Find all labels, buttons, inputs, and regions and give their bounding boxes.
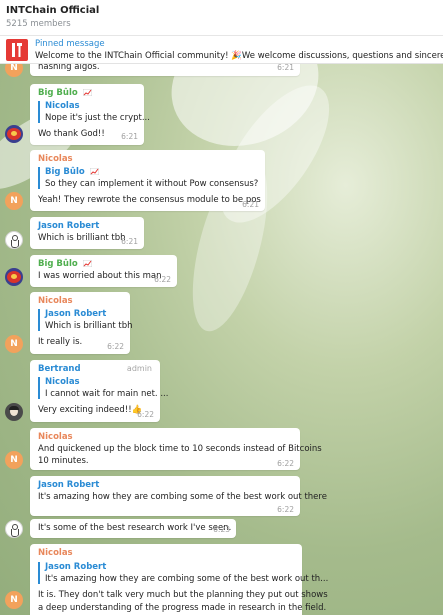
avatar[interactable]	[5, 520, 23, 538]
chart-increasing-icon	[89, 168, 99, 175]
chat-header[interactable]: INTChain Official 5215 members	[0, 0, 443, 36]
reply-preview[interactable]: Big Bûlo So they can implement it withou…	[38, 167, 258, 189]
avatar[interactable]	[5, 268, 23, 286]
message-sender: Jason Robert	[38, 221, 100, 231]
message-text-line: 10 minutes.	[38, 456, 89, 466]
avatar[interactable]	[5, 125, 23, 143]
message-text: It's amazing how they are combing some o…	[38, 492, 327, 502]
reply-preview[interactable]: Nicolas Nope it's just the crypt...	[38, 101, 150, 123]
avatar[interactable]: N	[5, 192, 23, 210]
message-time: 6:22	[277, 505, 294, 514]
pinned-message-label: Pinned message	[35, 39, 105, 49]
reply-preview[interactable]: Nicolas I cannot wait for main net. ...	[38, 377, 168, 399]
reply-text: It's amazing how they are combing some o…	[45, 574, 329, 584]
message-text: Yeah! They rewrote the consensus module …	[38, 195, 261, 205]
message-bubble[interactable]: Big Bûlo Nicolas Nope it's just the cryp…	[30, 84, 150, 145]
avatar[interactable]	[5, 231, 23, 249]
pinned-message-text: Welcome to the INTChain Official communi…	[35, 51, 443, 61]
pinned-message-thumbnail	[6, 39, 28, 61]
message-bubble[interactable]: Jason Robert It's amazing how they are c…	[30, 476, 327, 516]
avatar[interactable]	[5, 403, 23, 421]
avatar[interactable]: N	[5, 451, 23, 469]
admin-badge: admin	[126, 364, 152, 373]
message-sender: Big Bûlo	[38, 259, 92, 269]
chat-title: INTChain Official	[6, 5, 100, 16]
pinned-message-bar[interactable]: Pinned message Welcome to the INTChain O…	[0, 36, 443, 64]
reply-preview[interactable]: Jason Robert Which is brilliant tbh	[38, 309, 133, 331]
message-sender: Big Bûlo	[38, 88, 92, 98]
message-time: 6:23	[213, 525, 230, 534]
message-bubble[interactable]: Big Bûlo I was worried about this man 6:…	[30, 255, 177, 287]
message-bubble[interactable]: Nicolas Jason Robert It's amazing how th…	[30, 544, 328, 615]
message-text: I was worried about this man	[38, 271, 162, 281]
chart-increasing-icon	[82, 89, 92, 96]
reply-sender: Jason Robert	[45, 562, 107, 572]
message-text: It's some of the best research work I've…	[38, 523, 232, 533]
message-bubble[interactable]: Bertrand admin Nicolas I cannot wait for…	[30, 360, 168, 422]
chart-increasing-icon	[82, 260, 92, 267]
message-time: 6:22	[137, 410, 154, 419]
message-sender: Bertrand	[38, 364, 81, 374]
message-text-line: a deep understanding of the progress mad…	[38, 603, 327, 613]
reply-text: Which is brilliant tbh	[45, 321, 133, 331]
message-text: Wo thank God!!	[38, 129, 105, 139]
reply-text: Nope it's just the crypt...	[45, 113, 150, 123]
message-text-line: It is. They don't talk very much but the…	[38, 590, 328, 600]
reply-sender-name: Big Bûlo	[45, 167, 85, 177]
message-time: 6:21	[121, 132, 138, 141]
avatar[interactable]: N	[5, 591, 23, 609]
reply-preview[interactable]: Jason Robert It's amazing how they are c…	[38, 562, 328, 584]
message-time: 6:22	[277, 459, 294, 468]
reply-sender: Big Bûlo	[45, 167, 258, 177]
message-sender: Jason Robert	[38, 480, 100, 490]
message-time: 6:22	[154, 275, 171, 284]
message-time: 6:22	[107, 342, 124, 351]
message-bubble[interactable]: hashing algos. 6:21	[30, 64, 300, 76]
message-bubble[interactable]: Nicolas Jason Robert Which is brilliant …	[30, 292, 133, 354]
message-time: 6:21	[277, 64, 294, 72]
message-bubble[interactable]: Jason Robert Which is brilliant tbh 6:21	[30, 217, 144, 249]
avatar[interactable]: N	[5, 64, 23, 77]
reply-sender: Nicolas	[45, 101, 80, 111]
message-sender: Nicolas	[38, 296, 73, 306]
member-count: 5215 members	[6, 19, 71, 29]
message-sender: Nicolas	[38, 154, 73, 164]
reply-text: I cannot wait for main net. ...	[45, 389, 169, 399]
message-time: 6:21	[242, 200, 259, 209]
message-text: It really is.	[38, 337, 83, 347]
reply-sender: Nicolas	[45, 377, 80, 387]
message-time: 6:21	[121, 237, 138, 246]
message-bubble[interactable]: It's some of the best research work I've…	[30, 519, 236, 538]
message-bubble[interactable]: Nicolas Big Bûlo So they can implement i…	[30, 150, 265, 211]
message-text: Which is brilliant tbh	[38, 233, 126, 243]
avatar[interactable]: N	[5, 335, 23, 353]
message-sender: Nicolas	[38, 548, 73, 558]
message-list[interactable]: hashing algos. 6:21 N Big Bûlo Nicolas N…	[0, 64, 443, 615]
message-text: hashing algos.	[38, 64, 100, 72]
message-text: Very exciting indeed!!👍	[38, 405, 143, 415]
sender-name: Big Bûlo	[38, 259, 78, 269]
message-bubble[interactable]: Nicolas And quickened up the block time …	[30, 428, 322, 470]
message-sender: Nicolas	[38, 432, 73, 442]
sender-name: Big Bûlo	[38, 88, 78, 98]
intchain-logo-icon	[12, 43, 22, 57]
reply-sender: Jason Robert	[45, 309, 107, 319]
reply-text: So they can implement it without Pow con…	[45, 179, 259, 189]
